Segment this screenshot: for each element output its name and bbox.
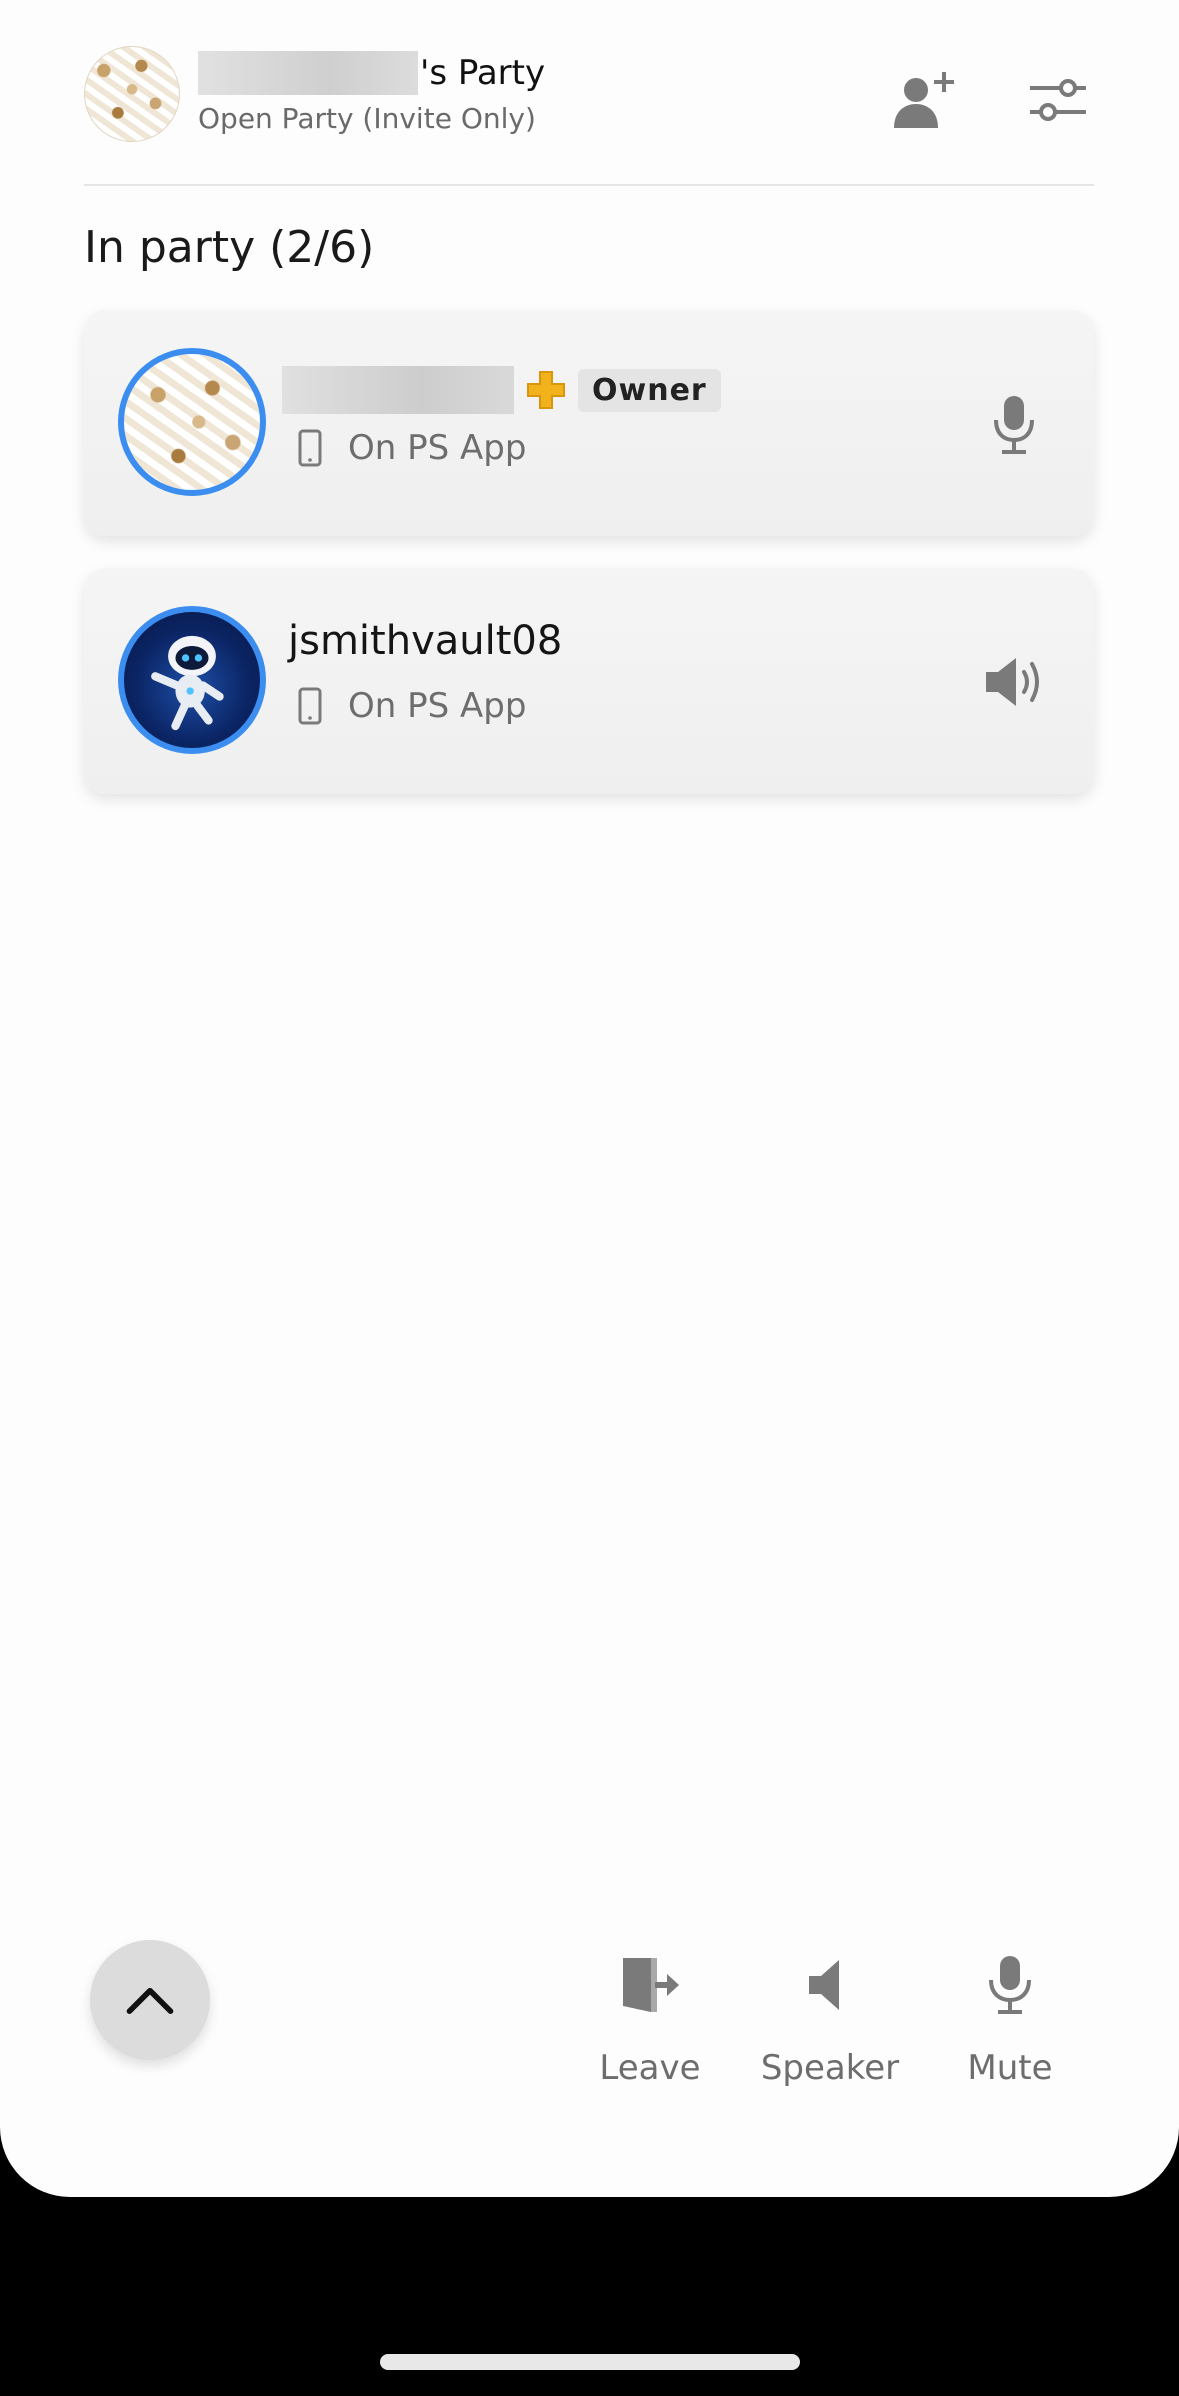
header-divider [84, 184, 1094, 186]
chevron-up-icon [126, 1987, 174, 2014]
leave-button[interactable]: Leave [565, 1950, 735, 2120]
collapse-button[interactable] [90, 1940, 210, 2060]
microphone-icon[interactable] [980, 390, 1048, 458]
party-subtitle: Open Party (Invite Only) [198, 102, 536, 135]
status-text: On PS App [348, 686, 527, 726]
speaker-button[interactable]: Speaker [745, 1950, 915, 2120]
add-user-icon[interactable] [892, 68, 962, 132]
owner-badge: Owner [578, 368, 721, 412]
speaker-volume-icon[interactable] [980, 648, 1048, 716]
member-card[interactable]: jsmithvault08 On PS App [84, 568, 1094, 794]
redacted-owner-name [198, 51, 418, 95]
sliders-icon[interactable] [1024, 68, 1094, 132]
home-indicator[interactable] [380, 2354, 800, 2370]
avatar [118, 606, 266, 754]
party-title-row: 's Party [198, 50, 545, 96]
mute-button[interactable]: Mute [925, 1950, 1095, 2120]
leave-label: Leave [599, 2048, 701, 2088]
party-header: 's Party Open Party (Invite Only) [84, 46, 1094, 146]
member-name-row: Owner [282, 364, 721, 416]
party-title: 's Party [420, 53, 546, 93]
member-name: jsmithvault08 [288, 618, 563, 664]
status-text: On PS App [348, 428, 527, 468]
mute-label: Mute [967, 2048, 1053, 2088]
redacted-member-name [282, 366, 514, 414]
phone-icon [298, 429, 322, 467]
in-party-heading: In party (2/6) [84, 222, 375, 273]
member-status: On PS App [298, 428, 526, 468]
ps-plus-icon [527, 371, 565, 409]
exit-door-icon [623, 1958, 679, 2012]
party-sheet: 's Party Open Party (Invite Only) In par… [0, 0, 1179, 2197]
member-status: On PS App [298, 686, 526, 726]
speaker-label: Speaker [760, 2048, 900, 2088]
speaker-icon [809, 1960, 839, 2010]
phone-icon [298, 687, 322, 725]
member-card-owner[interactable]: Owner On PS App [84, 310, 1094, 536]
party-owner-avatar [84, 46, 180, 142]
avatar [118, 348, 266, 496]
microphone-icon [989, 1956, 1031, 2014]
